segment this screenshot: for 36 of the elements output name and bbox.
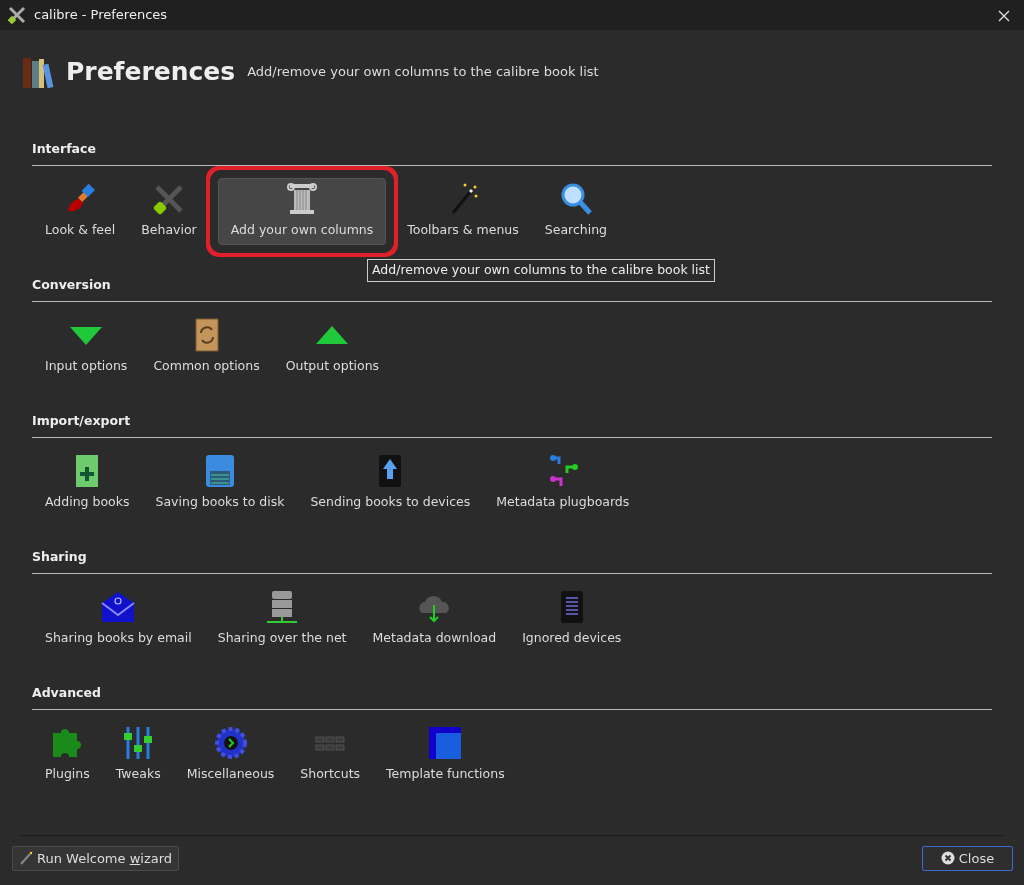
- preference-item[interactable]: Look & feel: [32, 177, 129, 245]
- run-welcome-wizard-button[interactable]: Run Welcome wizard: [12, 845, 180, 871]
- preference-item[interactable]: Sending books to devices: [297, 449, 484, 517]
- preference-item[interactable]: Ignored devices: [509, 585, 635, 653]
- preference-item[interactable]: Searching: [531, 177, 621, 245]
- section-heading: Sharing: [32, 548, 88, 566]
- preference-item[interactable]: Saving books to disk: [142, 449, 298, 517]
- tooltip: Add/remove your own columns to the calibre book list: [367, 258, 715, 282]
- page-description: Add/remove your own columns to the calibre book list: [247, 63, 599, 81]
- close-button[interactable]: Close: [922, 845, 1013, 871]
- preference-item[interactable]: Output options: [272, 313, 393, 381]
- preference-item[interactable]: Common options: [140, 313, 273, 381]
- page-title: Preferences: [66, 56, 236, 88]
- preference-item[interactable]: Template functions: [373, 721, 518, 789]
- preference-item[interactable]: Plugins: [32, 721, 103, 789]
- preference-item[interactable]: Adding books: [32, 449, 143, 517]
- preference-item[interactable]: Shortcuts: [287, 721, 374, 789]
- close-icon: [940, 851, 955, 866]
- preference-item[interactable]: Toolbars & menus: [394, 177, 532, 245]
- app-logo-icon: [8, 6, 26, 24]
- layout-icon: [427, 724, 464, 761]
- window-title: calibre - Preferences: [34, 6, 168, 25]
- preference-item[interactable]: Metadata download: [359, 585, 510, 653]
- section-heading: Interface: [32, 140, 97, 158]
- preference-item[interactable]: Sharing over the net: [204, 585, 360, 653]
- section-heading: Advanced: [32, 684, 102, 702]
- preference-item[interactable]: Input options: [32, 313, 141, 381]
- gear-icon: [212, 724, 249, 761]
- preference-item[interactable]: Sharing books by email: [32, 585, 205, 653]
- preference-item[interactable]: Metadata plugboards: [483, 449, 643, 517]
- preference-item[interactable]: Miscellaneous: [173, 721, 288, 789]
- section-heading: Conversion: [32, 276, 112, 294]
- preference-item[interactable]: Behavior: [128, 177, 210, 245]
- preference-item[interactable]: Tweaks: [102, 721, 174, 789]
- magic-wand-icon: [19, 851, 33, 866]
- section-heading: Import/export: [32, 412, 132, 430]
